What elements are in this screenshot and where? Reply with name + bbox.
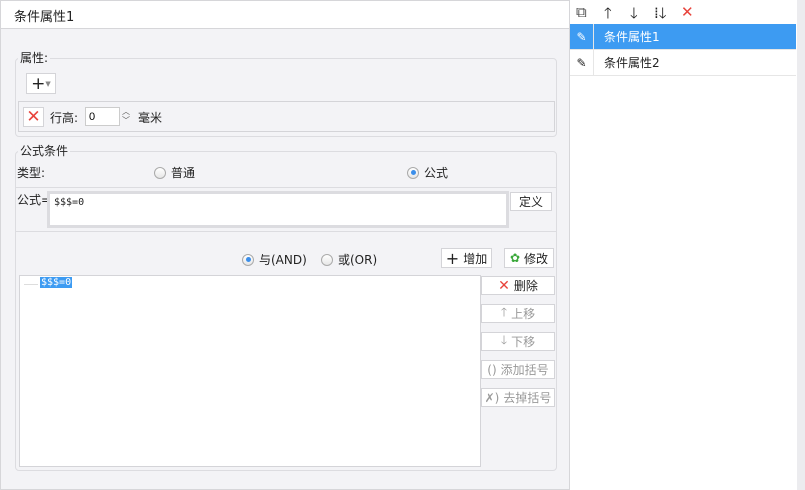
list-item-label: 条件属性1 bbox=[604, 30, 660, 44]
button-label: 去掉括号 bbox=[503, 391, 552, 405]
logic-radio-or[interactable]: 或(OR) bbox=[321, 251, 377, 268]
list-item[interactable]: ✎ 条件属性2 bbox=[570, 50, 796, 76]
bracket-icon: () bbox=[487, 362, 497, 377]
add-condition-button[interactable]: + 增加 bbox=[441, 248, 492, 268]
logic-radio-and[interactable]: 与(AND) bbox=[242, 251, 307, 268]
properties-legend: 属性: bbox=[18, 49, 51, 66]
unit-label: 毫米 bbox=[138, 111, 163, 125]
scrollbar[interactable] bbox=[797, 0, 805, 490]
delete-button[interactable]: ✕ 删除 bbox=[481, 276, 555, 295]
remove-bracket-icon: ✗) bbox=[484, 390, 500, 405]
type-radio-formula[interactable]: 公式 bbox=[407, 164, 448, 181]
radio-label: 公式 bbox=[424, 166, 449, 180]
conditions-sidebar: ⧉ 🡑 🡓 ⁞🡓 ✕ ✎ 条件属性1 ✎ 条件属性2 bbox=[570, 0, 805, 490]
radio-checked-icon bbox=[407, 166, 419, 179]
row-height-stepper[interactable]: ︿ ﹀ bbox=[120, 107, 132, 126]
add-bracket-button[interactable]: () 添加括号 bbox=[481, 360, 555, 379]
row-height-label: 行高: bbox=[50, 111, 79, 125]
pencil-icon: ✎ bbox=[570, 24, 594, 49]
add-property-button[interactable]: + ▼ bbox=[26, 73, 56, 94]
arrow-down-icon: 🡓 bbox=[500, 333, 508, 347]
modify-condition-button[interactable]: ✿ 修改 bbox=[504, 248, 554, 268]
row-height-input[interactable] bbox=[85, 107, 120, 126]
tree-line bbox=[24, 284, 38, 285]
button-label: 添加括号 bbox=[500, 363, 549, 377]
type-radio-normal[interactable]: 普通 bbox=[154, 164, 195, 181]
condition-editor-panel: 条件属性1 属性: +▼ ✕ 行高: ︿﹀ 毫米 公式条件 类型: 普通 公式 … bbox=[0, 0, 570, 490]
close-icon: ✕ bbox=[26, 107, 41, 127]
close-icon: ✕ bbox=[498, 277, 510, 294]
formula-label: 公式= bbox=[17, 193, 52, 207]
button-label: 上移 bbox=[511, 307, 536, 321]
define-button[interactable]: 定义 bbox=[510, 192, 552, 211]
radio-label: 普通 bbox=[171, 166, 196, 180]
divider bbox=[16, 231, 556, 232]
formula-input[interactable]: $$$=0 bbox=[47, 191, 509, 228]
pencil-icon: ✎ bbox=[570, 50, 594, 75]
button-label: 下移 bbox=[511, 335, 536, 349]
remove-property-button[interactable]: ✕ bbox=[23, 107, 44, 127]
copy-icon[interactable]: ⧉ bbox=[576, 3, 587, 21]
radio-icon bbox=[154, 166, 166, 179]
radio-label: 或(OR) bbox=[338, 253, 378, 267]
divider bbox=[16, 187, 556, 188]
remove-bracket-button[interactable]: ✗) 去掉括号 bbox=[481, 388, 555, 407]
plus-icon: + bbox=[445, 248, 460, 268]
plus-icon: + bbox=[31, 73, 46, 94]
radio-checked-icon bbox=[242, 253, 254, 266]
radio-label: 与(AND) bbox=[259, 253, 307, 267]
button-label: 修改 bbox=[524, 251, 549, 266]
gear-edit-icon: ✿ bbox=[509, 251, 521, 265]
radio-icon bbox=[321, 253, 333, 266]
move-down-button[interactable]: 🡓 下移 bbox=[481, 332, 555, 351]
move-up-button[interactable]: 🡑 上移 bbox=[481, 304, 555, 323]
dropdown-arrow-icon: ▼ bbox=[45, 79, 51, 88]
list-item[interactable]: ✎ 条件属性1 bbox=[570, 24, 796, 50]
formula-condition-legend: 公式条件 bbox=[18, 142, 71, 159]
panel-title: 条件属性1 bbox=[1, 1, 569, 29]
arrow-up-icon: 🡑 bbox=[500, 305, 508, 319]
condition-list[interactable]: $$$=0 bbox=[19, 275, 481, 467]
list-item-label: 条件属性2 bbox=[604, 56, 660, 70]
condition-item[interactable]: $$$=0 bbox=[40, 277, 73, 288]
delete-icon[interactable]: ✕ bbox=[681, 3, 694, 21]
button-label: 增加 bbox=[463, 251, 488, 266]
type-label: 类型: bbox=[17, 166, 46, 180]
button-label: 删除 bbox=[513, 279, 538, 293]
